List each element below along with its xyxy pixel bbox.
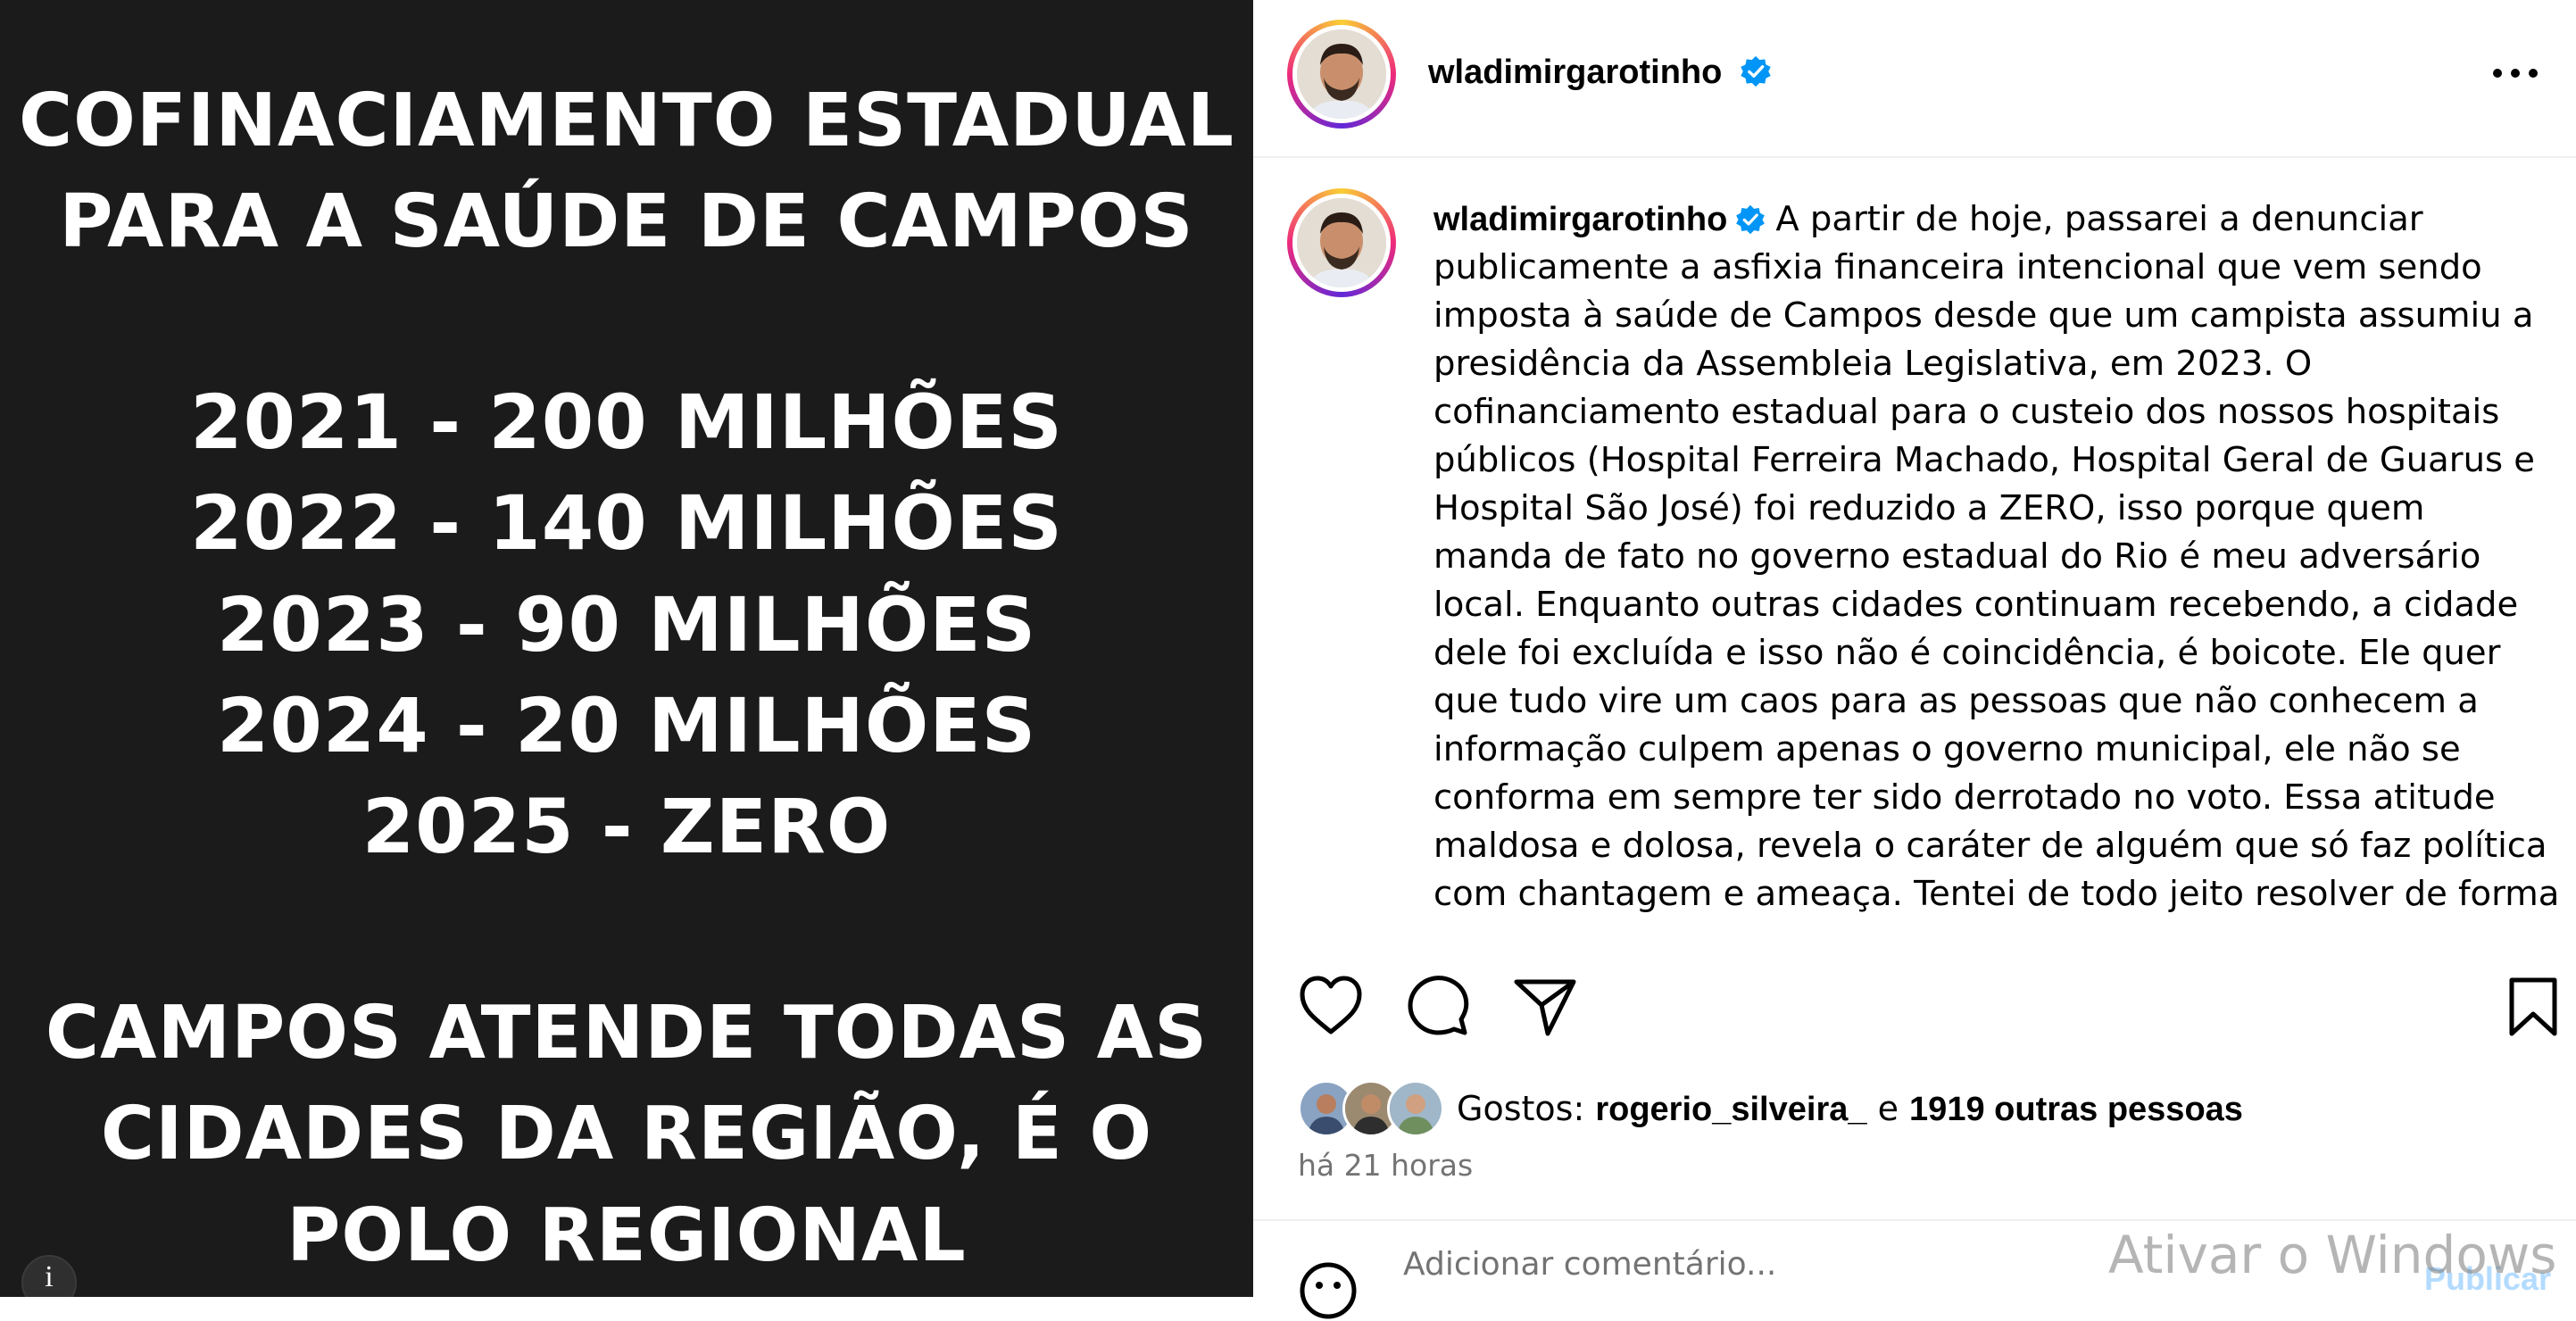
verified-badge-icon <box>1741 55 1771 87</box>
caption-line: cofinanciamento estadual para o custeio … <box>1433 392 2500 432</box>
bookmark-icon[interactable] <box>2506 976 2560 1037</box>
caption-line: informação culpem apenas o governo munic… <box>1433 729 2461 769</box>
post-details-panel: wladimirgarotinho wladimirgarotinho A pa… <box>1253 0 2576 1319</box>
caption-username[interactable]: wladimirgarotinho <box>1433 201 1727 238</box>
caption-line: dele foi excluída e isso não é coincidên… <box>1433 633 2501 673</box>
poster-title-line: PARA A SAÚDE DE CAMPOS <box>59 179 1194 264</box>
caption-scroll-area[interactable]: wladimirgarotinho A partir de hoje, pass… <box>1253 158 2576 935</box>
caption-text: A partir de hoje, passarei a denunciar <box>1775 199 2423 239</box>
header-username-text[interactable]: wladimirgarotinho <box>1428 54 1722 91</box>
post-caption: wladimirgarotinho A partir de hoje, pass… <box>1433 195 2560 918</box>
poster-year-line: 2025 - ZERO <box>361 783 892 870</box>
comment-input[interactable]: Adicionar comentário... <box>1403 1246 1776 1283</box>
caption-line: publicamente a asfixia financeira intenc… <box>1433 247 2482 287</box>
caption-line: Hospital São José) foi reduzido a ZERO, … <box>1433 488 2425 528</box>
caption-line: imposta à saúde de Campos desde que um c… <box>1433 295 2534 336</box>
post-timestamp[interactable]: há 21 horas <box>1298 1148 1473 1183</box>
caption-line: com chantagem e ameaça. Tentei de todo j… <box>1433 874 2560 914</box>
caption-line: maldosa e dolosa, revela o caráter de al… <box>1433 826 2547 866</box>
caption-line: manda de fato no governo estadual do Rio… <box>1433 536 2481 577</box>
poster-year-line: 2023 - 90 MILHÕES <box>216 581 1037 669</box>
post-image[interactable]: COFINACIAMENTO ESTADUAL PARA A SAÚDE DE … <box>0 0 1253 1297</box>
caption-line: que tudo vire um caos para as pessoas qu… <box>1433 681 2479 721</box>
windows-activation-watermark: Ativar o Windows <box>2108 1225 2557 1285</box>
more-options-icon[interactable] <box>2489 55 2542 91</box>
caption-line: local. Enquanto outras cidades continuam… <box>1433 585 2519 625</box>
likes-connector: e <box>1866 1088 1910 1128</box>
poster-year-line: 2021 - 200 MILHÕES <box>190 378 1063 466</box>
poster-footer-line: CIDADES DA REGIÃO, É O <box>100 1092 1153 1176</box>
header-username[interactable]: wladimirgarotinho <box>1428 54 1773 92</box>
comment-icon[interactable] <box>1405 973 1471 1039</box>
likes-text: Gostos: rogerio_silveira_ e 1919 outras … <box>1457 1089 2243 1129</box>
profile-avatar[interactable] <box>1287 20 1396 129</box>
caption-line: públicos (Hospital Ferreira Machado, Hos… <box>1433 440 2535 480</box>
liker-username[interactable]: rogerio_silveira_ <box>1595 1091 1866 1128</box>
likes-prefix: Gostos: <box>1457 1088 1596 1128</box>
caption-line: conforma em sempre ter sido derrotado no… <box>1433 777 2496 818</box>
share-icon[interactable] <box>1512 976 1578 1039</box>
likes-summary: Gostos: rogerio_silveira_ e 1919 outras … <box>1298 1080 2243 1137</box>
caption-line: presidência da Assembleia Legislativa, e… <box>1433 344 2313 384</box>
caption-avatar[interactable] <box>1287 188 1396 297</box>
poster-footer-line: POLO REGIONAL <box>287 1193 967 1278</box>
likes-count-link[interactable]: 1919 outras pessoas <box>1909 1091 2243 1128</box>
liker-avatar[interactable] <box>1387 1080 1444 1137</box>
emoji-icon[interactable] <box>1298 1260 1359 1321</box>
caption-line: wladimirgarotinho A partir de hoje, pass… <box>1433 195 2531 244</box>
poster-title-line: COFINACIAMENTO ESTADUAL <box>18 79 1235 163</box>
heart-icon[interactable] <box>1298 975 1364 1037</box>
poster-year-line: 2022 - 140 MILHÕES <box>190 479 1063 567</box>
post-header: wladimirgarotinho <box>1253 0 2576 158</box>
verified-badge-icon <box>1736 204 1766 235</box>
poster-year-line: 2024 - 20 MILHÕES <box>216 682 1037 769</box>
poster-footer-line: CAMPOS ATENDE TODAS AS <box>45 991 1209 1076</box>
